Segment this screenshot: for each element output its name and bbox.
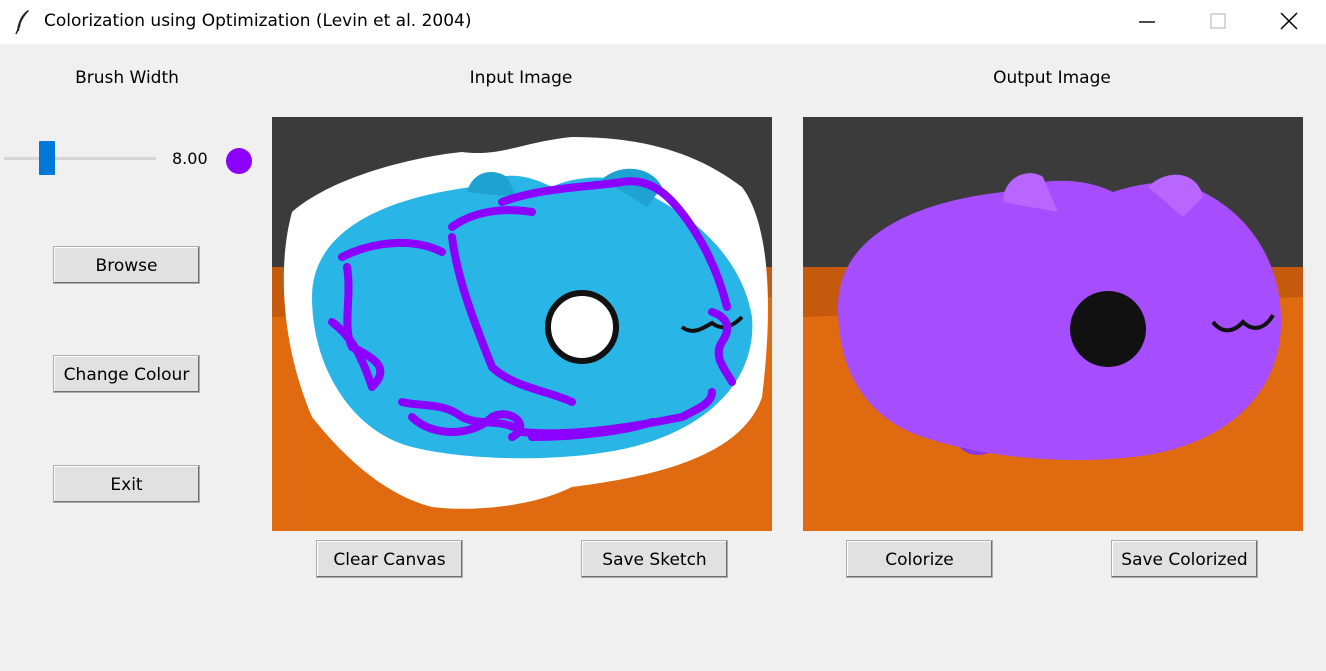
clear-canvas-button[interactable]: Clear Canvas — [316, 540, 463, 578]
browse-button[interactable]: Browse — [53, 246, 200, 284]
change-colour-button[interactable]: Change Colour — [53, 355, 200, 393]
maximize-button[interactable] — [1183, 0, 1253, 44]
feather-icon — [12, 9, 34, 35]
output-image — [803, 117, 1303, 531]
colorize-button[interactable]: Colorize — [846, 540, 993, 578]
brush-width-value: 8.00 — [172, 149, 208, 168]
save-colorized-button[interactable]: Save Colorized — [1111, 540, 1258, 578]
title-bar: Colorization using Optimization (Levin e… — [0, 0, 1326, 44]
exit-button[interactable]: Exit — [53, 465, 200, 503]
close-button[interactable] — [1254, 0, 1324, 44]
slider-track[interactable] — [4, 157, 156, 160]
output-canvas — [803, 117, 1303, 531]
brush-color-indicator — [226, 148, 252, 174]
minimize-button[interactable] — [1112, 0, 1182, 44]
input-image-title: Input Image — [469, 68, 573, 88]
brush-width-slider[interactable] — [4, 141, 156, 177]
slider-thumb[interactable] — [39, 141, 55, 175]
save-sketch-button[interactable]: Save Sketch — [581, 540, 728, 578]
input-canvas[interactable] — [272, 117, 772, 531]
input-image[interactable] — [272, 117, 772, 531]
window-title: Colorization using Optimization (Levin e… — [44, 11, 472, 31]
output-image-title: Output Image — [993, 68, 1111, 88]
brush-width-label: Brush Width — [75, 68, 179, 88]
